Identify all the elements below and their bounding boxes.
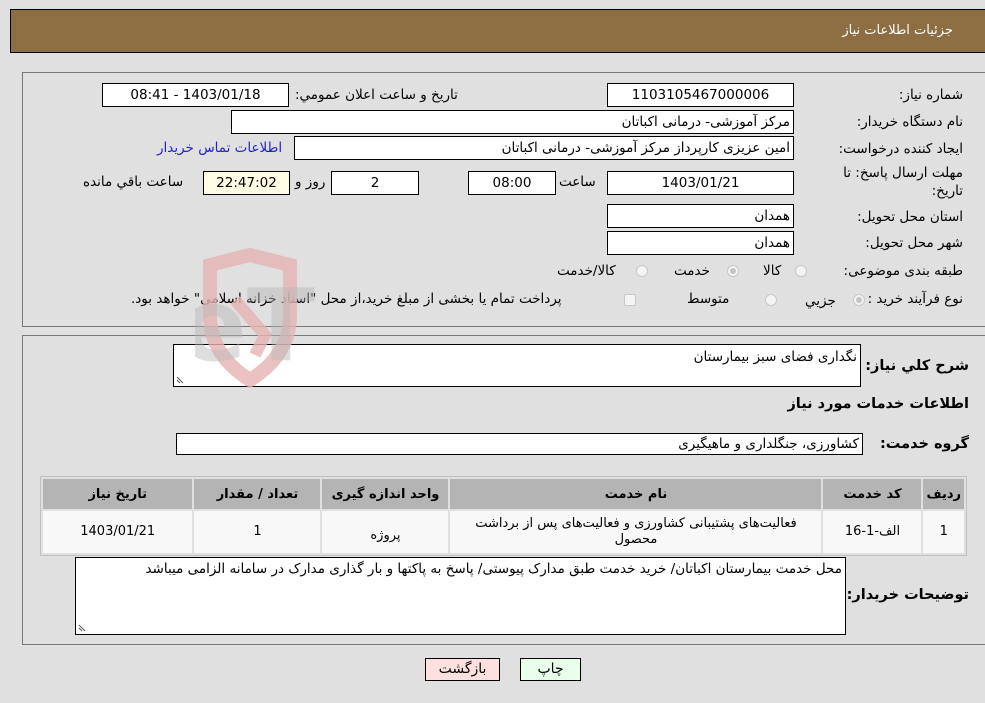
service-group-label: گروه خدمت: xyxy=(879,436,969,452)
col-need-date: تاریخ نیاز xyxy=(43,479,193,509)
description-text: نگداری فضای سبز بیمارستان xyxy=(693,349,857,365)
col-service-code: کد خدمت xyxy=(823,479,922,509)
category-radio-goods[interactable] xyxy=(795,265,807,277)
need-number-label: شماره نیاز: xyxy=(898,87,963,103)
page-header: جزئیات اطلاعات نیاز xyxy=(10,9,985,53)
requester-field: امین عزیزی کارپرداز مرکز آموزشی- درمانی … xyxy=(294,136,794,160)
buyer-org-field: مرکز آموزشی- درمانی اکباتان xyxy=(231,110,794,134)
purchase-option-medium: متوسط xyxy=(687,291,730,307)
purchase-radio-medium[interactable] xyxy=(765,294,777,306)
services-heading: اطلاعات خدمات مورد نیاز xyxy=(787,396,969,412)
cell-need-date: 1403/01/21 xyxy=(43,511,193,553)
purchase-option-minor: جزيي xyxy=(805,293,836,309)
resize-grip-icon[interactable] xyxy=(176,376,184,384)
remaining-time-label: ساعت باقي مانده xyxy=(83,174,184,190)
description-textarea[interactable]: نگداری فضای سبز بیمارستان xyxy=(173,344,861,387)
buyer-notes-label: توضیحات خریدار: xyxy=(846,587,969,603)
service-group-field: کشاورزی، جنگلداری و ماهیگیری xyxy=(176,433,863,455)
city-label: شهر محل تحویل: xyxy=(865,235,963,251)
cell-service-name: فعالیت‌های پشتیبانی کشاورزی و فعالیت‌های… xyxy=(450,511,822,553)
services-table: ردیف کد خدمت نام خدمت واحد اندازه گیری ت… xyxy=(40,476,967,556)
category-radio-goods-service[interactable] xyxy=(636,265,648,277)
deadline-label-line2: تاریخ: xyxy=(931,183,963,199)
city-field: همدان xyxy=(607,231,794,255)
resize-grip-icon[interactable] xyxy=(78,624,86,632)
print-button[interactable]: چاپ xyxy=(520,658,581,681)
deadline-time-field: 08:00 xyxy=(468,171,556,195)
category-option-service: خدمت xyxy=(674,263,710,279)
treasury-checkbox[interactable] xyxy=(624,294,636,306)
buyer-notes-text: محل خدمت بیمارستان اکباتان/ خرید خدمت طب… xyxy=(145,561,842,577)
cell-quantity: 1 xyxy=(194,511,321,553)
col-service-name: نام خدمت xyxy=(450,479,822,509)
category-option-goods: کالا xyxy=(763,263,782,279)
buyer-contact-link[interactable]: اطلاعات تماس خریدار xyxy=(157,140,282,156)
category-option-goods-service: کالا/خدمت xyxy=(557,263,616,279)
remaining-days-field: 2 xyxy=(331,171,419,195)
remaining-time-field: 22:47:02 xyxy=(203,171,290,195)
province-label: استان محل تحویل: xyxy=(857,209,963,225)
cell-service-code: الف-1-16 xyxy=(823,511,922,553)
col-quantity: تعداد / مقدار xyxy=(194,479,321,509)
requester-label: ایجاد کننده درخواست: xyxy=(838,141,963,157)
col-unit: واحد اندازه گیری xyxy=(322,479,449,509)
page-title: جزئیات اطلاعات نیاز xyxy=(842,23,953,38)
announce-datetime-label: تاریخ و ساعت اعلان عمومي: xyxy=(295,87,458,103)
back-button[interactable]: بازگشت xyxy=(425,658,500,681)
cell-row-number: 1 xyxy=(923,511,964,553)
need-details-panel: شرح کلي نیاز: نگداری فضای سبز بیمارستان … xyxy=(22,335,985,645)
table-header-row: ردیف کد خدمت نام خدمت واحد اندازه گیری ت… xyxy=(43,479,964,509)
category-radio-service[interactable] xyxy=(727,265,739,277)
deadline-time-label: ساعت xyxy=(559,174,596,190)
purchase-type-label: نوع فرآیند خرید : xyxy=(867,291,963,307)
deadline-label-line1: مهلت ارسال پاسخ: تا xyxy=(843,165,963,181)
buyer-notes-textarea[interactable]: محل خدمت بیمارستان اکباتان/ خرید خدمت طب… xyxy=(75,557,846,635)
need-info-panel: شماره نیاز: 1103105467000006 تاریخ و ساع… xyxy=(22,72,985,327)
buyer-org-label: نام دستگاه خریدار: xyxy=(856,114,963,130)
category-label: طبقه بندی موضوعی: xyxy=(843,263,963,279)
deadline-date-field: 1403/01/21 xyxy=(607,171,794,195)
description-label: شرح کلي نیاز: xyxy=(865,358,969,374)
province-field: همدان xyxy=(607,204,794,228)
table-row: 1 الف-1-16 فعالیت‌های پشتیبانی کشاورزی و… xyxy=(43,511,964,553)
treasury-note: پرداخت تمام یا بخشی از مبلغ خرید،از محل … xyxy=(131,291,562,307)
announce-datetime-field: 1403/01/18 - 08:41 xyxy=(102,83,289,107)
cell-unit: پروژه xyxy=(322,511,449,553)
days-label: روز و xyxy=(295,174,326,190)
col-row-number: ردیف xyxy=(923,479,964,509)
need-number-field: 1103105467000006 xyxy=(607,83,794,107)
purchase-radio-minor[interactable] xyxy=(853,294,865,306)
